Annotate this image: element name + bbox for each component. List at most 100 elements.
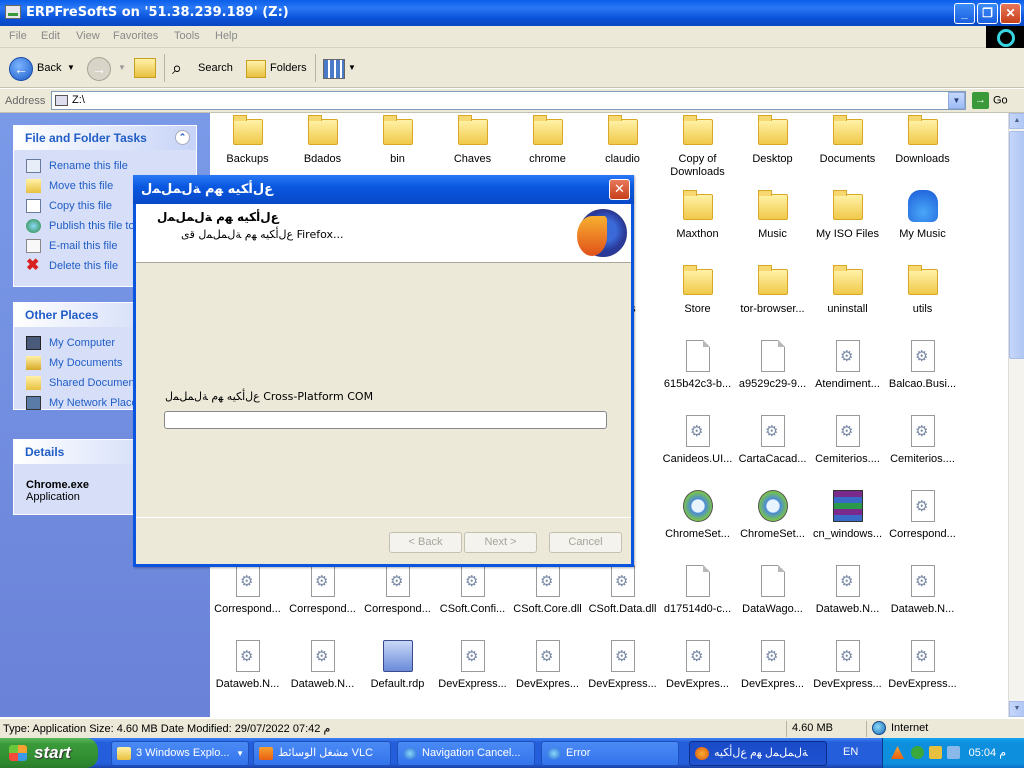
scroll-thumb[interactable] [1009, 131, 1024, 359]
volume-icon[interactable] [947, 746, 960, 759]
back-button[interactable]: Back [37, 54, 61, 82]
collapse-icon[interactable]: ⌃ [175, 130, 190, 145]
file-item[interactable]: d17514d0-c... [660, 565, 735, 635]
file-item[interactable]: DevExpress... [435, 640, 510, 710]
file-item[interactable]: Correspond... [285, 565, 360, 635]
back-arrow-icon[interactable]: ← [9, 57, 33, 81]
file-item[interactable]: a9529c29-9... [735, 340, 810, 410]
dialog-cancel-button[interactable]: Cancel [549, 532, 622, 553]
file-item[interactable]: DevExpress... [810, 640, 885, 710]
window-titlebar[interactable]: ERPFreSoftS on '51.38.239.189' (Z:) _ ❐ … [0, 0, 1024, 26]
menu-favorites[interactable]: Favorites [113, 30, 158, 42]
file-item[interactable]: My ISO Files [810, 190, 885, 260]
file-item[interactable]: DataWago... [735, 565, 810, 635]
file-item[interactable]: DevExpress... [885, 640, 960, 710]
task-ie-navigation[interactable]: Navigation Cancel... [397, 741, 535, 766]
file-item[interactable]: CSoft.Data.dll [585, 565, 660, 635]
file-item[interactable]: DevExpres... [510, 640, 585, 710]
file-item[interactable]: Correspond... [210, 565, 285, 635]
delete-icon: ✖ [26, 257, 40, 274]
scroll-up-icon[interactable]: ▲ [1009, 113, 1024, 129]
address-dropdown-icon[interactable]: ▼ [948, 92, 965, 109]
task-vlc[interactable]: مشغل الوسائط VLC [253, 741, 391, 766]
up-folder-button[interactable] [134, 58, 156, 78]
file-item[interactable]: Balcao.Busi... [885, 340, 960, 410]
menu-tools[interactable]: Tools [174, 30, 200, 42]
file-item[interactable]: CSoft.Core.dll [510, 565, 585, 635]
file-name: Correspond... [289, 603, 356, 615]
file-item[interactable]: My Music [885, 190, 960, 260]
minimize-button[interactable]: _ [954, 3, 975, 24]
back-dropdown-icon[interactable]: ▼ [67, 54, 75, 82]
task-error[interactable]: Error [541, 741, 679, 766]
file-item[interactable]: DevExpres... [735, 640, 810, 710]
task-firefox-setup[interactable]: ﺔﻝﻤﻞﻤﻝ ﻬﻡ ﻉﻝﺃﻜﻴﻪ [689, 741, 827, 766]
folder-icon [683, 190, 713, 220]
search-button[interactable]: Search [198, 54, 233, 82]
vlc-tray-icon[interactable] [891, 746, 904, 759]
file-item[interactable]: Documents [810, 115, 885, 185]
file-item[interactable]: Downloads [885, 115, 960, 185]
folders-icon [246, 60, 266, 78]
go-button[interactable]: → Go [972, 92, 1008, 109]
address-input[interactable]: Z:\ [51, 91, 966, 110]
tray-app-icon[interactable] [929, 746, 942, 759]
dialog-close-button[interactable]: ✕ [609, 179, 630, 200]
menu-edit[interactable]: Edit [41, 30, 60, 42]
language-indicator[interactable]: EN [843, 746, 858, 758]
dll-icon [311, 640, 335, 672]
dialog-titlebar[interactable]: ﻉﻝﺃﻜﻴﻪ ﻬﻡ ﺔﻝﻤﻞﻤﻝ ✕ [133, 175, 634, 204]
forward-dropdown-icon[interactable]: ▼ [118, 54, 126, 82]
views-dropdown-icon[interactable]: ▼ [348, 54, 356, 82]
forward-button[interactable]: → [87, 57, 111, 81]
file-item[interactable]: Copy of Downloads [660, 115, 735, 185]
file-item[interactable]: Store [660, 265, 735, 335]
start-button[interactable]: start [0, 738, 98, 768]
task-explorer[interactable]: 3 Windows Explo... ▼ [111, 741, 249, 766]
file-item[interactable]: cn_windows... [810, 490, 885, 560]
file-item[interactable]: CSoft.Confi... [435, 565, 510, 635]
file-item[interactable]: Cemiterios.... [885, 415, 960, 485]
tray-app-icon[interactable] [911, 746, 924, 759]
file-item[interactable]: ChromeSet... [660, 490, 735, 560]
file-item[interactable]: Default.rdp [360, 640, 435, 710]
file-item[interactable]: Atendiment... [810, 340, 885, 410]
menu-view[interactable]: View [76, 30, 100, 42]
file-item[interactable]: Dataweb.N... [285, 640, 360, 710]
file-item[interactable]: CartaCacad... [735, 415, 810, 485]
tasks-panel-header[interactable]: File and Folder Tasks ⌃ [14, 126, 196, 150]
file-name: tor-browser... [740, 303, 805, 315]
file-item[interactable]: Music [735, 190, 810, 260]
file-item[interactable]: DevExpress... [585, 640, 660, 710]
file-item[interactable]: Canideos.UI... [660, 415, 735, 485]
dialog-back-button[interactable]: < Back [389, 532, 462, 553]
close-button[interactable]: ✕ [1000, 3, 1021, 24]
file-item[interactable]: Desktop [735, 115, 810, 185]
file-item[interactable]: Dataweb.N... [210, 640, 285, 710]
file-item[interactable]: Dataweb.N... [810, 565, 885, 635]
file-item[interactable]: Correspond... [360, 565, 435, 635]
file-item[interactable]: Dataweb.N... [885, 565, 960, 635]
vertical-scrollbar[interactable]: ▲ ▼ [1008, 113, 1024, 717]
file-item[interactable]: utils [885, 265, 960, 335]
folders-button[interactable]: Folders [270, 54, 307, 82]
file-item[interactable]: uninstall [810, 265, 885, 335]
views-icon[interactable] [323, 59, 345, 79]
dialog-next-button[interactable]: Next > [464, 532, 537, 553]
menu-file[interactable]: File [9, 30, 27, 42]
menu-help[interactable]: Help [215, 30, 238, 42]
file-item[interactable]: ChromeSet... [735, 490, 810, 560]
file-item[interactable]: tor-browser... [735, 265, 810, 335]
dll-icon [911, 640, 935, 672]
file-item[interactable]: 615b42c3-b... [660, 340, 735, 410]
file-item[interactable]: Maxthon [660, 190, 735, 260]
file-item[interactable]: Correspond... [885, 490, 960, 560]
task-rename[interactable]: Rename this file [14, 156, 196, 176]
file-item[interactable]: Cemiterios.... [810, 415, 885, 485]
doc-icon [686, 565, 710, 597]
maximize-button[interactable]: ❐ [977, 3, 998, 24]
scroll-down-icon[interactable]: ▼ [1009, 701, 1024, 717]
clock[interactable]: 05:04 م [969, 746, 1006, 759]
file-name: My Music [899, 228, 946, 240]
file-item[interactable]: DevExpres... [660, 640, 735, 710]
